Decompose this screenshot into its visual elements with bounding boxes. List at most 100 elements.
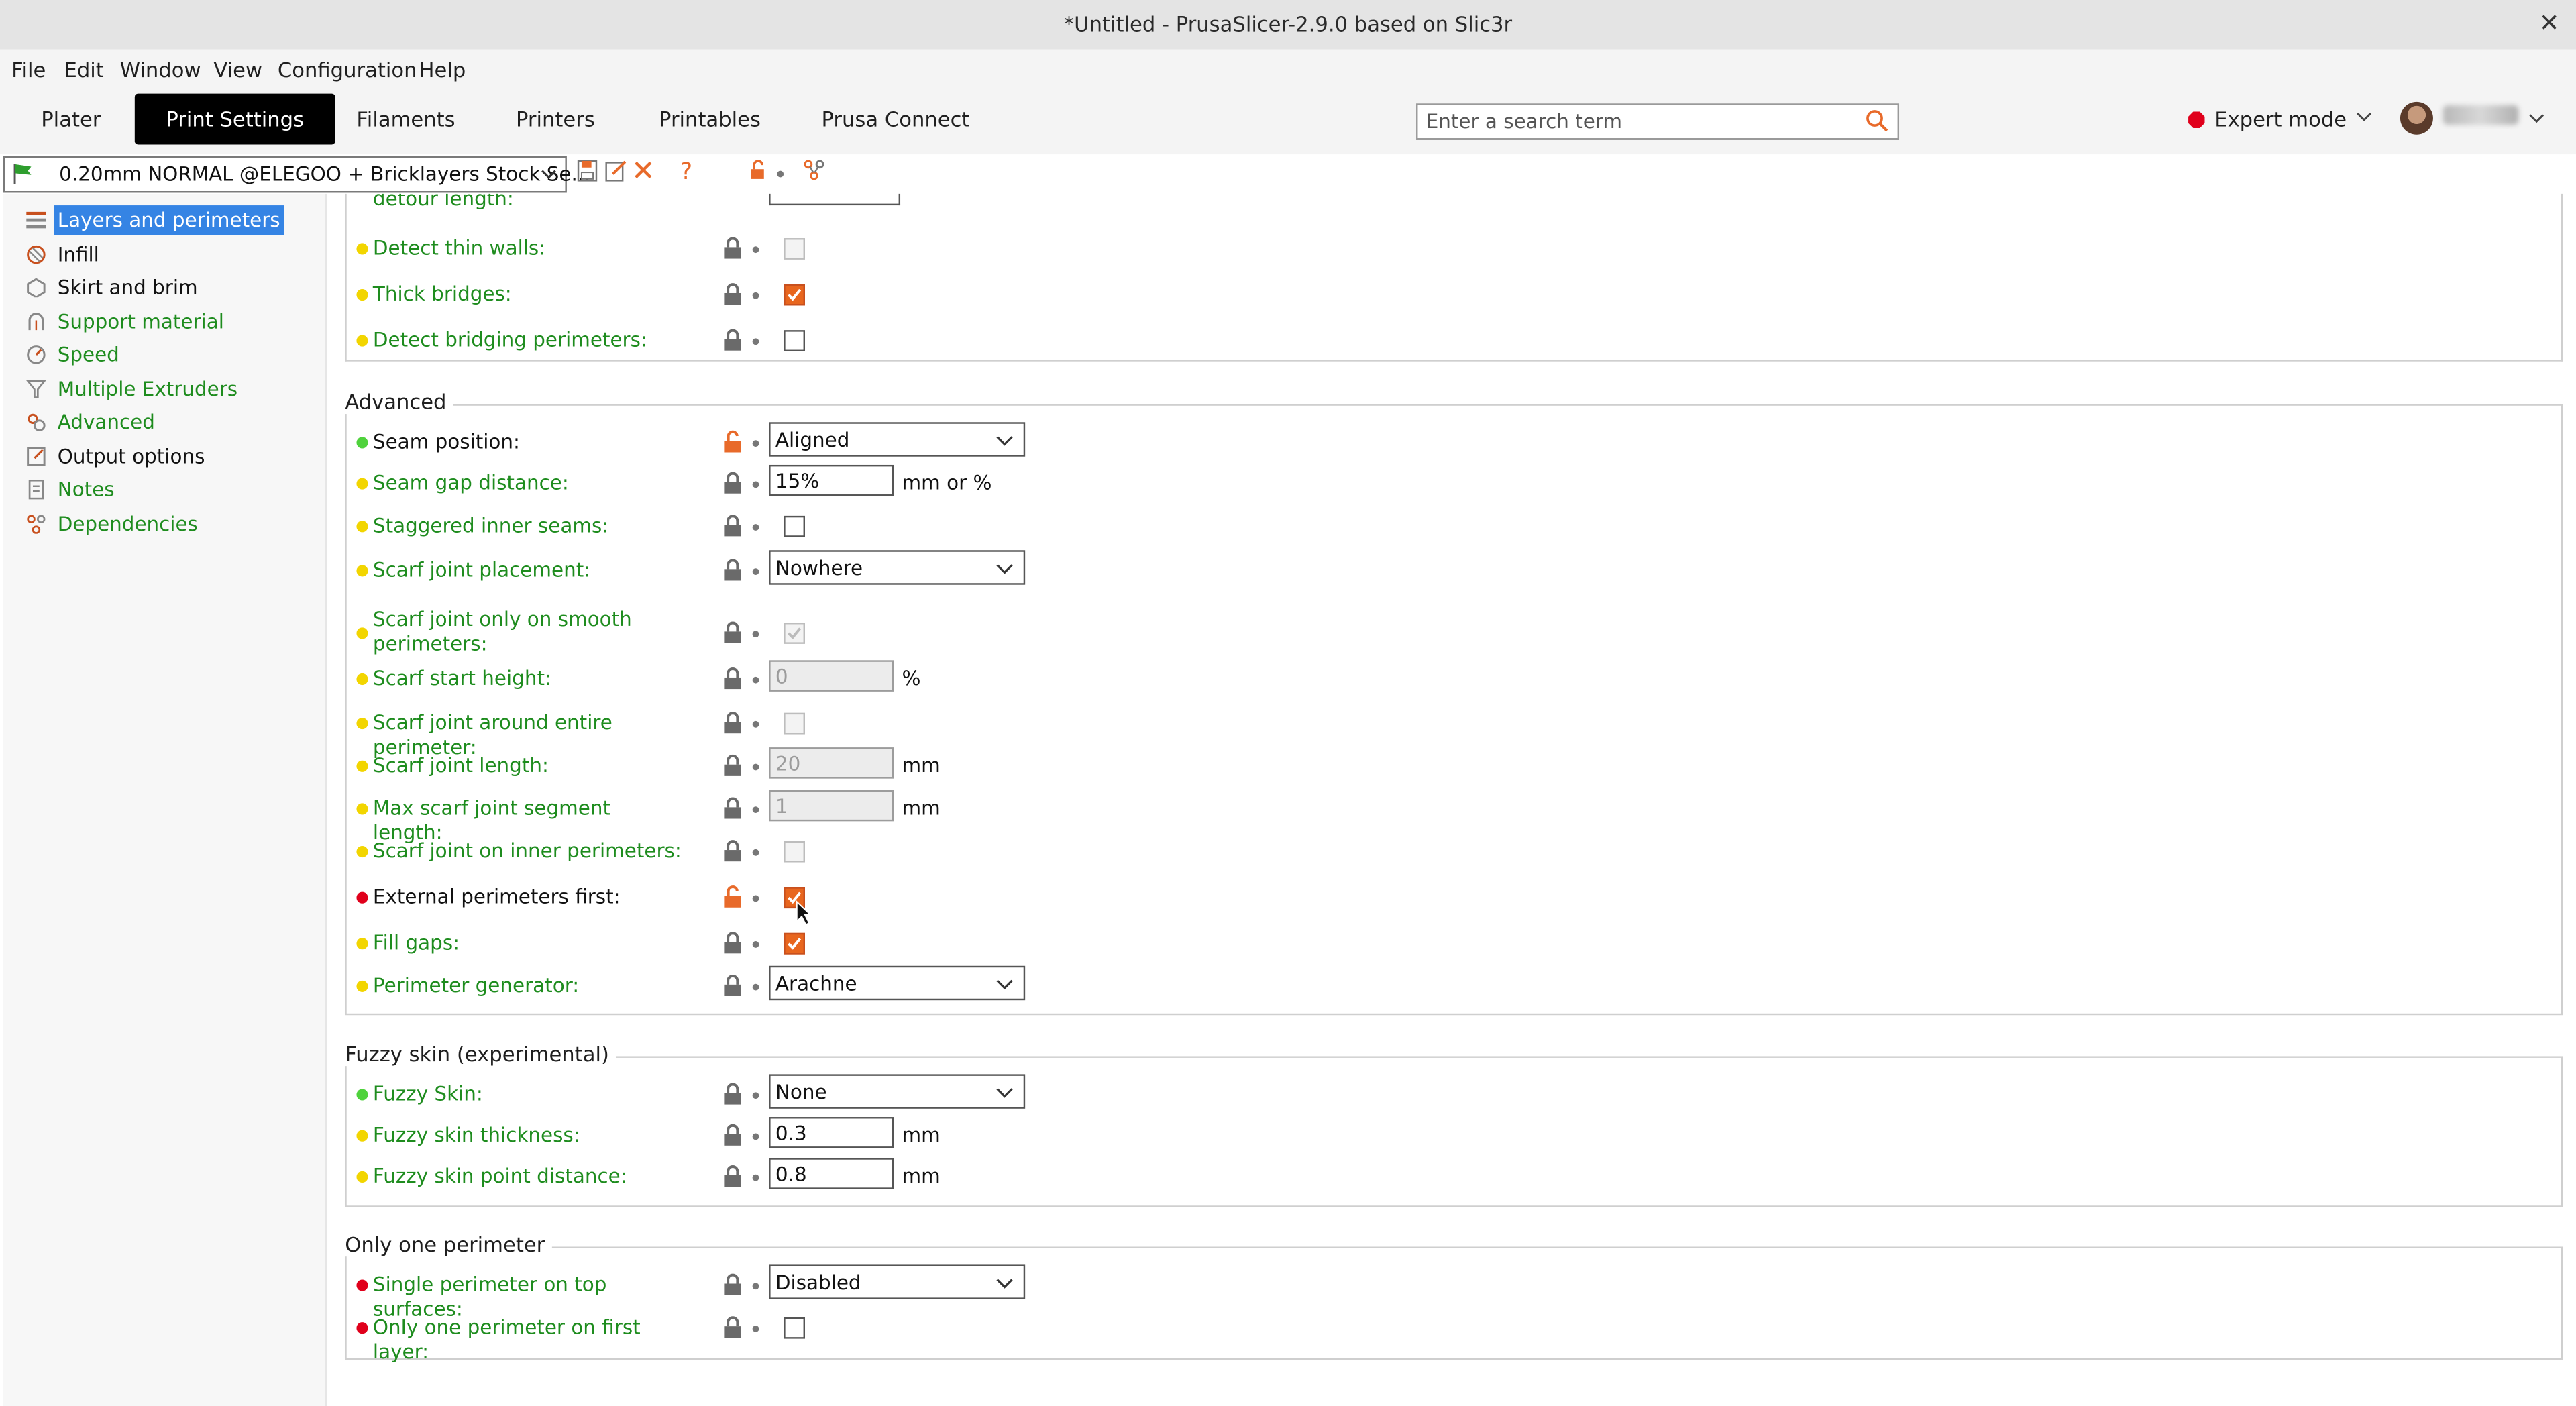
locked-lock-icon[interactable] — [723, 931, 743, 954]
tab-filaments[interactable]: Filaments — [325, 94, 486, 145]
system-value-dot-icon[interactable] — [752, 941, 759, 948]
system-value-dot-icon[interactable] — [752, 568, 759, 576]
delete-preset-icon[interactable] — [633, 160, 654, 181]
unlocked-lock-icon[interactable] — [723, 885, 743, 908]
system-value-dot-icon[interactable] — [752, 763, 759, 771]
locked-lock-icon[interactable] — [723, 797, 743, 820]
tab-plater[interactable]: Plater — [10, 94, 132, 145]
tab-printers[interactable]: Printers — [484, 94, 626, 145]
unlocked-lock-icon[interactable] — [749, 160, 767, 181]
setting-checkbox[interactable] — [784, 1317, 806, 1339]
setting-input[interactable]: 0.8 — [769, 1158, 894, 1189]
rename-preset-icon[interactable] — [604, 160, 627, 182]
setting-row: Scarf joint on inner perimeters: — [329, 832, 2576, 872]
dropdown-value: None — [775, 1081, 827, 1104]
unlocked-lock-icon[interactable] — [723, 430, 743, 453]
system-value-dot-icon[interactable] — [752, 720, 759, 728]
system-value-dot-icon[interactable] — [752, 338, 759, 345]
setting-dropdown[interactable]: Aligned — [769, 422, 1026, 457]
setting-dropdown[interactable]: Arachne — [769, 965, 1026, 1001]
system-value-dot-icon[interactable] — [752, 292, 759, 299]
search-icon[interactable] — [1865, 109, 1890, 133]
tab-prusa-connect[interactable]: Prusa Connect — [790, 94, 1001, 145]
system-value-dot-icon[interactable] — [752, 440, 759, 447]
menu-file[interactable]: File — [11, 58, 46, 83]
menu-edit[interactable]: Edit — [64, 58, 104, 83]
system-value-dot-icon[interactable] — [752, 246, 759, 254]
system-value-dot-icon[interactable] — [752, 1092, 759, 1099]
setting-checkbox[interactable] — [784, 284, 806, 306]
locked-lock-icon[interactable] — [723, 514, 743, 537]
locked-lock-icon[interactable] — [723, 237, 743, 260]
locked-lock-icon[interactable] — [723, 1273, 743, 1296]
user-name-blurred — [2443, 105, 2519, 125]
locked-lock-icon[interactable] — [723, 1124, 743, 1146]
locked-lock-icon[interactable] — [723, 1083, 743, 1105]
status-dot-green — [356, 1089, 368, 1101]
system-value-dot-icon[interactable] — [752, 524, 759, 531]
system-value-dot-icon[interactable] — [752, 1174, 759, 1181]
locked-lock-icon[interactable] — [723, 621, 743, 644]
system-value-dot-icon[interactable] — [752, 983, 759, 991]
avatar[interactable] — [2400, 101, 2433, 135]
locked-lock-icon[interactable] — [723, 329, 743, 352]
locked-lock-icon[interactable] — [723, 974, 743, 997]
setting-checkbox[interactable] — [784, 330, 806, 352]
tab-printables[interactable]: Printables — [628, 94, 792, 145]
tab-print-settings[interactable]: Print Settings — [134, 93, 335, 145]
system-value-dot-icon[interactable] — [752, 1326, 759, 1332]
menu-window[interactable]: Window — [120, 58, 201, 83]
status-dot-yellow — [356, 673, 368, 686]
setting-unit: mm — [902, 796, 941, 820]
output-icon — [27, 447, 46, 466]
setting-input[interactable]: 15% — [769, 464, 894, 496]
help-icon[interactable]: ? — [678, 160, 694, 182]
menu-help[interactable]: Help — [419, 58, 466, 83]
close-window-button[interactable]: ✕ — [2539, 8, 2560, 38]
locked-lock-icon[interactable] — [723, 282, 743, 305]
account-chevron-down-icon[interactable] — [2528, 110, 2544, 126]
mode-selector[interactable]: Expert mode — [2188, 107, 2373, 131]
setting-row: Fill gaps: — [329, 925, 2576, 965]
setting-row: Seam position: Aligned — [329, 422, 2576, 464]
setting-label: Fuzzy Skin: — [372, 1082, 483, 1105]
locked-lock-icon[interactable] — [723, 472, 743, 494]
setting-checkbox[interactable] — [784, 932, 806, 955]
status-dot-red — [356, 1322, 368, 1334]
system-value-dot-icon[interactable] — [752, 806, 759, 814]
chevron-down-icon — [2357, 112, 2372, 121]
search-input[interactable] — [1422, 108, 1857, 135]
locked-lock-icon[interactable] — [723, 1315, 743, 1338]
locked-lock-icon[interactable] — [723, 754, 743, 777]
window-title: *Untitled - PrusaSlicer-2.9.0 based on S… — [1063, 11, 1513, 36]
setting-input[interactable]: 0.3 — [769, 1117, 894, 1148]
sidebar-item-label: Skirt and brim — [57, 276, 198, 299]
setting-checkbox[interactable] — [784, 515, 806, 537]
system-value-dot-icon[interactable] — [752, 1133, 759, 1140]
locked-lock-icon[interactable] — [723, 1165, 743, 1187]
locked-lock-icon[interactable] — [723, 559, 743, 582]
menu-configuration[interactable]: Configuration — [278, 58, 417, 83]
save-preset-icon[interactable] — [577, 160, 598, 182]
setting-dropdown[interactable]: None — [769, 1074, 1026, 1109]
setting-dropdown[interactable]: Nowhere — [769, 550, 1026, 585]
print-preset-combo[interactable]: 0.20mm NORMAL @ELEGOO + Bricklayers Stoc… — [3, 156, 590, 193]
menu-view[interactable]: View — [213, 58, 262, 83]
locked-lock-icon[interactable] — [723, 667, 743, 690]
system-value-dot-icon[interactable] — [752, 1283, 759, 1290]
setting-checkbox — [784, 841, 806, 863]
locked-lock-icon[interactable] — [723, 711, 743, 734]
dropdown-value: Disabled — [775, 1271, 861, 1295]
system-value-dot-icon[interactable] — [752, 849, 759, 856]
compare-presets-icon[interactable] — [804, 160, 825, 181]
title-bar: *Untitled - PrusaSlicer-2.9.0 based on S… — [0, 0, 2576, 51]
chevron-down-icon — [996, 979, 1013, 990]
locked-lock-icon[interactable] — [723, 839, 743, 862]
system-value-dot-icon[interactable] — [752, 481, 759, 488]
system-value-dot-icon[interactable] — [752, 895, 759, 902]
setting-dropdown[interactable]: Disabled — [769, 1264, 1026, 1299]
system-value-dot-icon[interactable] — [752, 631, 759, 638]
setting-checkbox — [784, 623, 806, 644]
setting-label: Staggered inner seams: — [372, 514, 609, 537]
system-value-dot-icon[interactable] — [752, 676, 759, 684]
